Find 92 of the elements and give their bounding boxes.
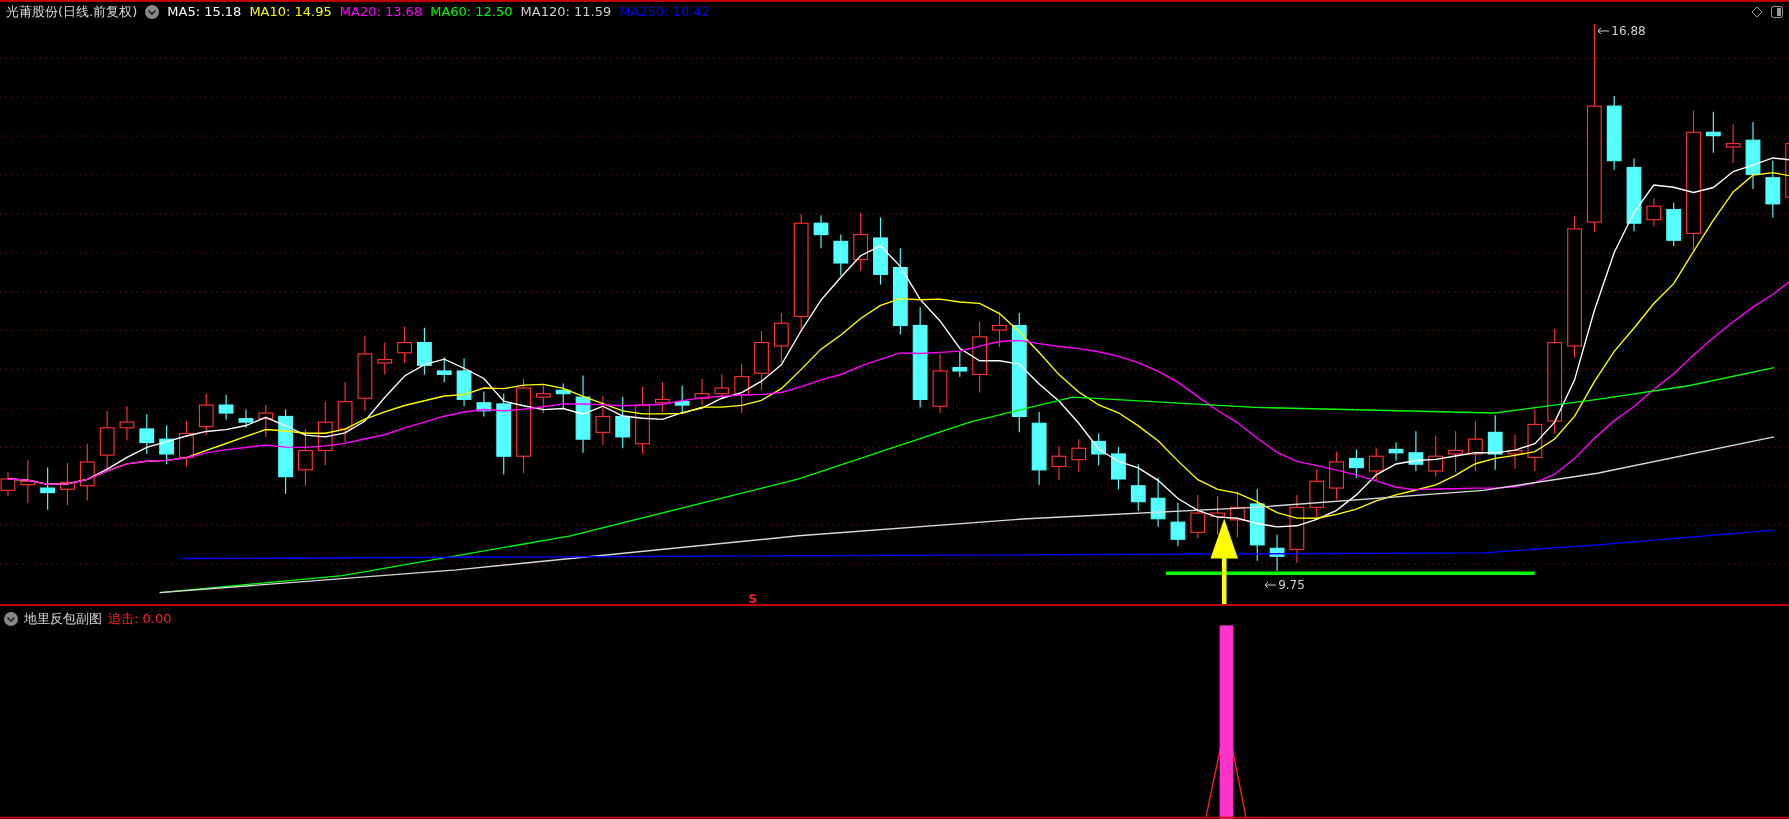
candlestick: [674, 384, 690, 414]
candlestick: [456, 357, 472, 407]
candlestick: [179, 420, 194, 467]
candlestick: [1467, 420, 1483, 472]
candlestick: [734, 363, 750, 414]
candlestick: [79, 442, 95, 501]
candlestick: [159, 424, 175, 465]
candlestick: [714, 373, 730, 400]
candlestick: [1111, 446, 1126, 490]
candlestick: [1269, 533, 1285, 572]
candlestick: [1487, 414, 1503, 471]
high-price-label: 16.88: [1611, 23, 1646, 38]
candlestick: [99, 409, 115, 469]
ma-reading: MA250: 10.42: [619, 4, 710, 20]
left-arrow-icon: [1597, 26, 1610, 35]
candlestick: [1130, 463, 1146, 511]
candlestick: [436, 356, 452, 383]
candlestick: [1745, 121, 1761, 190]
candlestick: [337, 381, 353, 443]
signal-mark: S: [748, 592, 758, 607]
candlestick: [1527, 408, 1543, 472]
candlestick: [773, 312, 789, 363]
candlestick: [1507, 433, 1523, 469]
candlestick: [833, 233, 849, 276]
candlestick: [615, 396, 631, 449]
candlestick: [1646, 197, 1662, 227]
diamond-icon[interactable]: [1751, 5, 1763, 18]
dropdown-icon[interactable]: [145, 4, 160, 19]
candlestick: [1725, 123, 1741, 164]
candlestick: [1349, 448, 1364, 479]
candlestick: [1428, 434, 1444, 477]
candlestick: [595, 395, 611, 446]
candlestick: [555, 382, 571, 409]
candlestick: [1150, 476, 1166, 527]
candlestick: [1448, 430, 1463, 473]
candlestick: [1051, 445, 1067, 481]
candlestick: [992, 310, 1007, 348]
candlestick: [119, 405, 135, 441]
candlestick: [654, 381, 670, 413]
candlestick: [635, 385, 650, 455]
candlestick: [1785, 142, 1789, 198]
stock-title: 光莆股份(日线.前复权): [6, 2, 138, 21]
candlestick: [952, 350, 968, 377]
candlestick: [1368, 447, 1384, 481]
candlestick: [1071, 438, 1087, 473]
candlestick: [20, 458, 36, 504]
ma-reading: MA10: 14.95: [249, 4, 332, 20]
candlestick: [853, 212, 869, 272]
candlestick: [0, 471, 16, 497]
candlestick: [694, 378, 710, 406]
candlestick: [60, 462, 75, 506]
candlestick: [139, 413, 155, 455]
candlestick: [1210, 495, 1225, 535]
candlestick: [218, 393, 234, 421]
candlestick: [1408, 430, 1424, 472]
candlestick: [476, 390, 492, 417]
panel-toggle-icon[interactable]: [1771, 5, 1783, 18]
candlestick: [535, 384, 551, 414]
candlestick: [1190, 493, 1206, 539]
low-price-label: 9.75: [1278, 578, 1305, 593]
candlestick: [198, 392, 214, 435]
candlestick: [1705, 110, 1721, 153]
ma-reading: MA5: 15.18: [167, 4, 242, 20]
candlestick: [397, 325, 412, 364]
candlestick: [377, 341, 393, 375]
candlestick: [1230, 490, 1245, 538]
left-arrow-icon: [1264, 581, 1277, 590]
ma-reading: MA20: 13.68: [339, 4, 423, 20]
candlestick: [1329, 450, 1344, 500]
candlestick: [1765, 159, 1781, 218]
candlestick: [1309, 468, 1325, 521]
indicator-title: 地里反包副图: [24, 609, 102, 628]
candlestick: [972, 321, 988, 393]
candlestick: [873, 216, 888, 285]
candlestick: [1170, 501, 1186, 547]
ma-reading: MA60: 12.50: [430, 4, 513, 20]
candlestick: [932, 353, 948, 414]
candlestick: [258, 404, 274, 438]
candlestick: [1666, 201, 1682, 247]
indicator-reading: 追击: 0.00: [108, 609, 172, 628]
candlestick: [40, 466, 56, 510]
dropdown-icon[interactable]: [4, 611, 18, 626]
candlestick: [298, 428, 313, 486]
candlestick: [417, 326, 432, 375]
candlestick: [1091, 432, 1107, 466]
candlestick: [238, 408, 254, 429]
candlestick: [1388, 441, 1404, 461]
ma-reading: MA120: 11.59: [520, 4, 612, 20]
candlestick: [317, 400, 333, 466]
candlestick: [813, 214, 829, 249]
candlestick: [1289, 493, 1305, 564]
candlestick: [754, 330, 769, 391]
